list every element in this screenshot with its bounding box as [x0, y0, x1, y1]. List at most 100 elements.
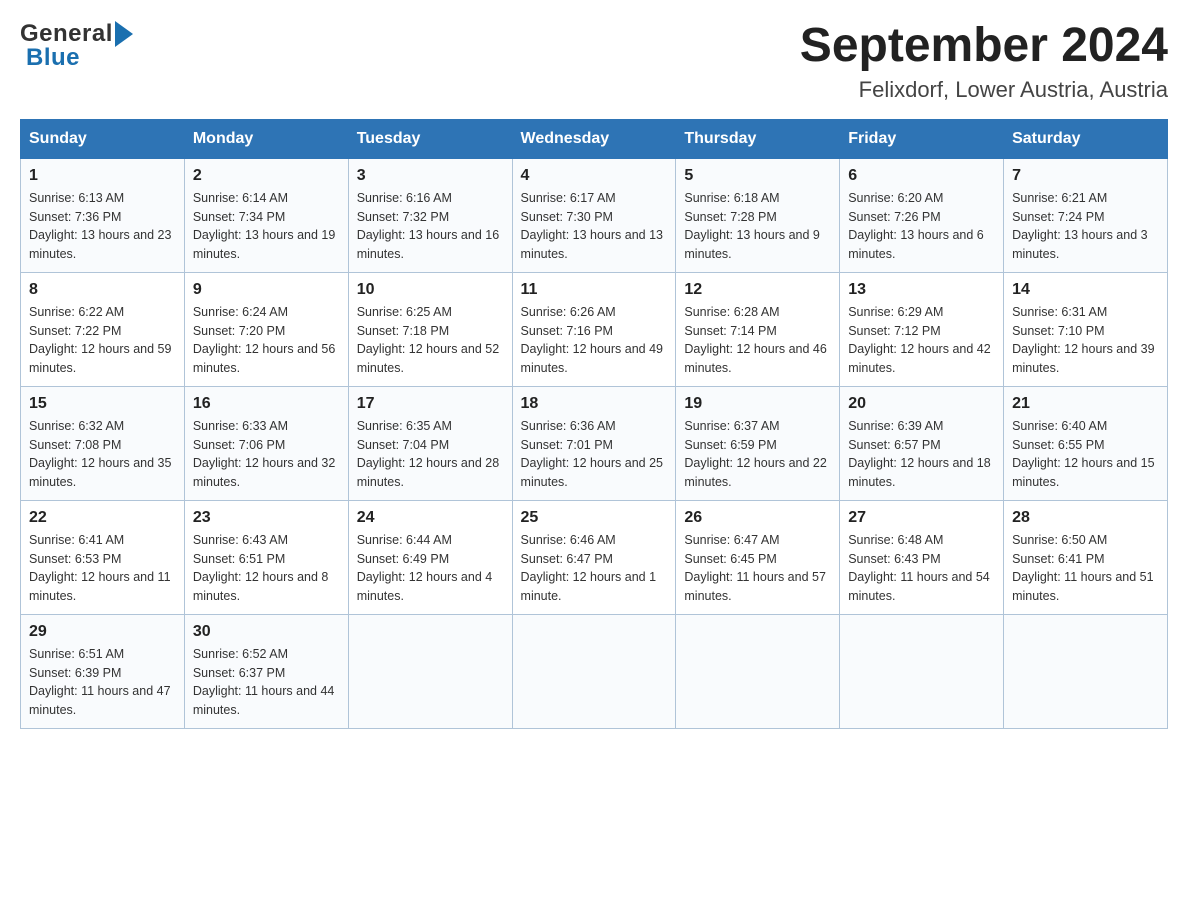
- calendar-title: September 2024: [800, 20, 1168, 73]
- day-number: 14: [1012, 281, 1159, 299]
- page-header: General Blue September 2024 Felixdorf, L…: [20, 20, 1168, 103]
- day-number: 19: [684, 395, 831, 413]
- day-number: 16: [193, 395, 340, 413]
- header-friday: Friday: [840, 119, 1004, 158]
- calendar-cell: 2 Sunrise: 6:14 AMSunset: 7:34 PMDaylight…: [184, 158, 348, 272]
- day-info: Sunrise: 6:20 AMSunset: 7:26 PMDaylight:…: [848, 189, 995, 264]
- calendar-cell: 8 Sunrise: 6:22 AMSunset: 7:22 PMDaylight…: [21, 272, 185, 386]
- day-info: Sunrise: 6:29 AMSunset: 7:12 PMDaylight:…: [848, 303, 995, 378]
- day-info: Sunrise: 6:18 AMSunset: 7:28 PMDaylight:…: [684, 189, 831, 264]
- day-number: 17: [357, 395, 504, 413]
- day-number: 28: [1012, 509, 1159, 527]
- day-number: 11: [521, 281, 668, 299]
- day-number: 12: [684, 281, 831, 299]
- day-number: 18: [521, 395, 668, 413]
- day-number: 2: [193, 167, 340, 185]
- calendar-cell: [840, 614, 1004, 728]
- calendar-week-row: 15Sunrise: 6:32 AMSunset: 7:08 PMDayligh…: [21, 386, 1168, 500]
- calendar-cell: 5 Sunrise: 6:18 AMSunset: 7:28 PMDaylight…: [676, 158, 840, 272]
- calendar-week-row: 29Sunrise: 6:51 AMSunset: 6:39 PMDayligh…: [21, 614, 1168, 728]
- calendar-cell: 28 Sunrise: 6:50 AMSunset: 6:41 PMDayligh…: [1004, 500, 1168, 614]
- calendar-cell: [676, 614, 840, 728]
- calendar-cell: 12 Sunrise: 6:28 AMSunset: 7:14 PMDayligh…: [676, 272, 840, 386]
- day-number: 6: [848, 167, 995, 185]
- calendar-cell: [512, 614, 676, 728]
- day-info: Sunrise: 6:26 AMSunset: 7:16 PMDaylight:…: [521, 303, 668, 378]
- day-number: 5: [684, 167, 831, 185]
- day-info: Sunrise: 6:52 AMSunset: 6:37 PMDaylight:…: [193, 645, 340, 720]
- day-number: 20: [848, 395, 995, 413]
- day-info: Sunrise: 6:48 AMSunset: 6:43 PMDaylight:…: [848, 531, 995, 606]
- calendar-table: SundayMondayTuesdayWednesdayThursdayFrid…: [20, 119, 1168, 729]
- day-number: 30: [193, 623, 340, 641]
- day-info: Sunrise: 6:22 AMSunset: 7:22 PMDaylight:…: [29, 303, 176, 378]
- day-info: Sunrise: 6:32 AMSunset: 7:08 PMDaylight:…: [29, 417, 176, 492]
- calendar-cell: 30 Sunrise: 6:52 AMSunset: 6:37 PMDayligh…: [184, 614, 348, 728]
- calendar-cell: 23Sunrise: 6:43 AMSunset: 6:51 PMDayligh…: [184, 500, 348, 614]
- day-number: 22: [29, 509, 176, 527]
- day-number: 29: [29, 623, 176, 641]
- day-info: Sunrise: 6:14 AMSunset: 7:34 PMDaylight:…: [193, 189, 340, 264]
- header-wednesday: Wednesday: [512, 119, 676, 158]
- calendar-cell: [348, 614, 512, 728]
- calendar-cell: 17 Sunrise: 6:35 AMSunset: 7:04 PMDayligh…: [348, 386, 512, 500]
- calendar-cell: 11 Sunrise: 6:26 AMSunset: 7:16 PMDayligh…: [512, 272, 676, 386]
- calendar-week-row: 8 Sunrise: 6:22 AMSunset: 7:22 PMDaylight…: [21, 272, 1168, 386]
- day-info: Sunrise: 6:44 AMSunset: 6:49 PMDaylight:…: [357, 531, 504, 606]
- day-info: Sunrise: 6:25 AMSunset: 7:18 PMDaylight:…: [357, 303, 504, 378]
- calendar-cell: 9 Sunrise: 6:24 AMSunset: 7:20 PMDaylight…: [184, 272, 348, 386]
- calendar-cell: 4Sunrise: 6:17 AMSunset: 7:30 PMDaylight…: [512, 158, 676, 272]
- header-saturday: Saturday: [1004, 119, 1168, 158]
- calendar-week-row: 1 Sunrise: 6:13 AMSunset: 7:36 PMDaylight…: [21, 158, 1168, 272]
- day-info: Sunrise: 6:46 AMSunset: 6:47 PMDaylight:…: [521, 531, 668, 606]
- calendar-cell: 16 Sunrise: 6:33 AMSunset: 7:06 PMDayligh…: [184, 386, 348, 500]
- day-info: Sunrise: 6:47 AMSunset: 6:45 PMDaylight:…: [684, 531, 831, 606]
- calendar-cell: 18 Sunrise: 6:36 AMSunset: 7:01 PMDayligh…: [512, 386, 676, 500]
- day-info: Sunrise: 6:33 AMSunset: 7:06 PMDaylight:…: [193, 417, 340, 492]
- calendar-cell: 27Sunrise: 6:48 AMSunset: 6:43 PMDayligh…: [840, 500, 1004, 614]
- calendar-cell: 29Sunrise: 6:51 AMSunset: 6:39 PMDayligh…: [21, 614, 185, 728]
- day-number: 24: [357, 509, 504, 527]
- day-info: Sunrise: 6:50 AMSunset: 6:41 PMDaylight:…: [1012, 531, 1159, 606]
- day-info: Sunrise: 6:13 AMSunset: 7:36 PMDaylight:…: [29, 189, 176, 264]
- day-info: Sunrise: 6:28 AMSunset: 7:14 PMDaylight:…: [684, 303, 831, 378]
- calendar-cell: 13Sunrise: 6:29 AMSunset: 7:12 PMDayligh…: [840, 272, 1004, 386]
- day-number: 9: [193, 281, 340, 299]
- day-number: 8: [29, 281, 176, 299]
- calendar-cell: 20 Sunrise: 6:39 AMSunset: 6:57 PMDayligh…: [840, 386, 1004, 500]
- header-sunday: Sunday: [21, 119, 185, 158]
- header-monday: Monday: [184, 119, 348, 158]
- day-number: 7: [1012, 167, 1159, 185]
- day-number: 3: [357, 167, 504, 185]
- day-info: Sunrise: 6:24 AMSunset: 7:20 PMDaylight:…: [193, 303, 340, 378]
- calendar-cell: 10Sunrise: 6:25 AMSunset: 7:18 PMDayligh…: [348, 272, 512, 386]
- calendar-cell: 14 Sunrise: 6:31 AMSunset: 7:10 PMDayligh…: [1004, 272, 1168, 386]
- calendar-cell: 6 Sunrise: 6:20 AMSunset: 7:26 PMDaylight…: [840, 158, 1004, 272]
- day-info: Sunrise: 6:17 AMSunset: 7:30 PMDaylight:…: [521, 189, 668, 264]
- calendar-cell: 26 Sunrise: 6:47 AMSunset: 6:45 PMDayligh…: [676, 500, 840, 614]
- header-tuesday: Tuesday: [348, 119, 512, 158]
- calendar-cell: 7 Sunrise: 6:21 AMSunset: 7:24 PMDaylight…: [1004, 158, 1168, 272]
- calendar-cell: [1004, 614, 1168, 728]
- logo-arrow-icon: [115, 21, 133, 47]
- calendar-cell: 25Sunrise: 6:46 AMSunset: 6:47 PMDayligh…: [512, 500, 676, 614]
- day-info: Sunrise: 6:39 AMSunset: 6:57 PMDaylight:…: [848, 417, 995, 492]
- calendar-cell: 19 Sunrise: 6:37 AMSunset: 6:59 PMDayligh…: [676, 386, 840, 500]
- day-number: 1: [29, 167, 176, 185]
- day-info: Sunrise: 6:37 AMSunset: 6:59 PMDaylight:…: [684, 417, 831, 492]
- calendar-cell: 15Sunrise: 6:32 AMSunset: 7:08 PMDayligh…: [21, 386, 185, 500]
- calendar-cell: 3 Sunrise: 6:16 AMSunset: 7:32 PMDaylight…: [348, 158, 512, 272]
- day-number: 26: [684, 509, 831, 527]
- day-info: Sunrise: 6:43 AMSunset: 6:51 PMDaylight:…: [193, 531, 340, 606]
- day-info: Sunrise: 6:40 AMSunset: 6:55 PMDaylight:…: [1012, 417, 1159, 492]
- calendar-cell: 22Sunrise: 6:41 AMSunset: 6:53 PMDayligh…: [21, 500, 185, 614]
- day-number: 21: [1012, 395, 1159, 413]
- calendar-cell: 24 Sunrise: 6:44 AMSunset: 6:49 PMDayligh…: [348, 500, 512, 614]
- day-info: Sunrise: 6:35 AMSunset: 7:04 PMDaylight:…: [357, 417, 504, 492]
- calendar-cell: 21 Sunrise: 6:40 AMSunset: 6:55 PMDayligh…: [1004, 386, 1168, 500]
- day-info: Sunrise: 6:31 AMSunset: 7:10 PMDaylight:…: [1012, 303, 1159, 378]
- calendar-cell: 1 Sunrise: 6:13 AMSunset: 7:36 PMDaylight…: [21, 158, 185, 272]
- day-info: Sunrise: 6:36 AMSunset: 7:01 PMDaylight:…: [521, 417, 668, 492]
- day-info: Sunrise: 6:16 AMSunset: 7:32 PMDaylight:…: [357, 189, 504, 264]
- day-info: Sunrise: 6:21 AMSunset: 7:24 PMDaylight:…: [1012, 189, 1159, 264]
